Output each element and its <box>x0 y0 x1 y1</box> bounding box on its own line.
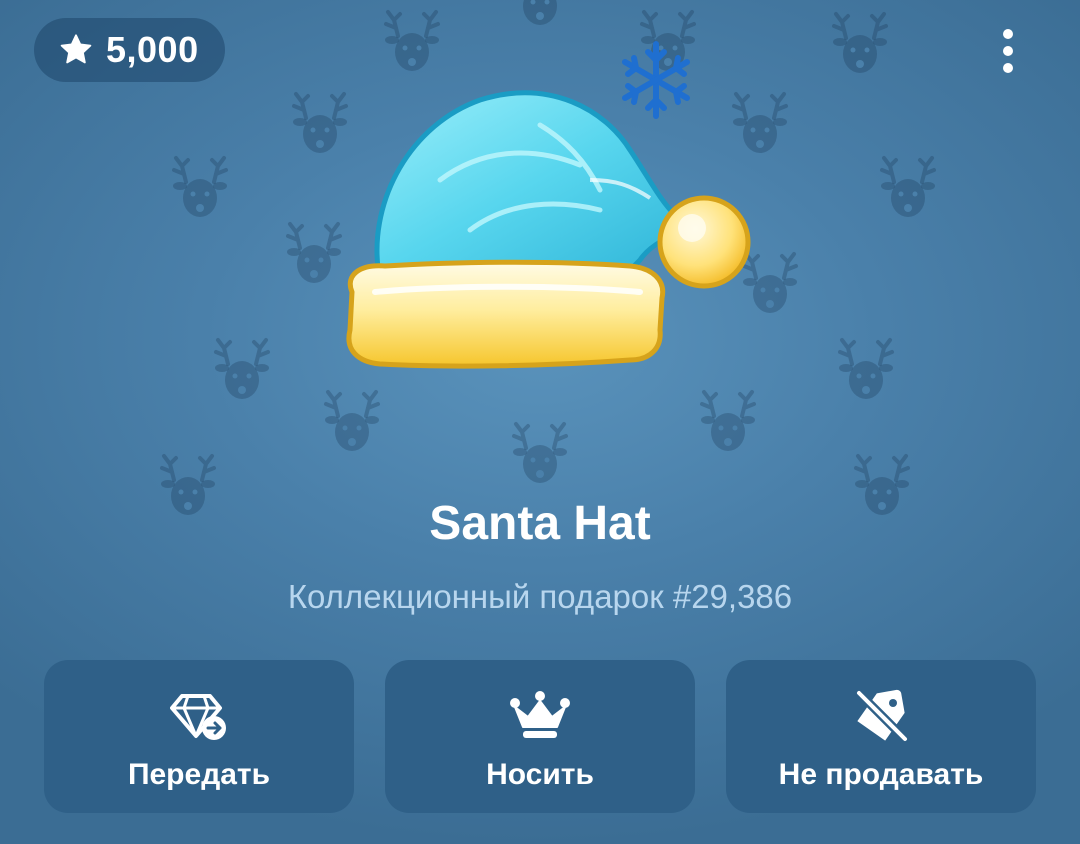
transfer-button-label: Передать <box>127 758 271 791</box>
santa-hat-icon <box>346 41 751 369</box>
transfer-button[interactable]: Передать <box>44 660 354 813</box>
unlist-button[interactable]: Не продавать <box>726 660 1036 813</box>
more-options-button[interactable] <box>982 22 1034 80</box>
star-icon <box>60 34 92 64</box>
crown-icon <box>510 691 570 738</box>
wear-button[interactable]: Носить <box>385 660 695 813</box>
price-badge[interactable]: 5,000 <box>34 18 225 82</box>
wear-button-label: Носить <box>486 758 594 791</box>
gift-title: Santa Hat <box>429 497 651 550</box>
price-value: 5,000 <box>106 29 199 70</box>
diamond-transfer-icon <box>170 694 226 740</box>
tag-off-icon <box>854 689 909 743</box>
unlist-button-label: Не продавать <box>778 758 984 791</box>
gift-subtitle: Коллекционный подарок #29,386 <box>287 578 793 615</box>
more-vertical-icon <box>1003 29 1013 73</box>
